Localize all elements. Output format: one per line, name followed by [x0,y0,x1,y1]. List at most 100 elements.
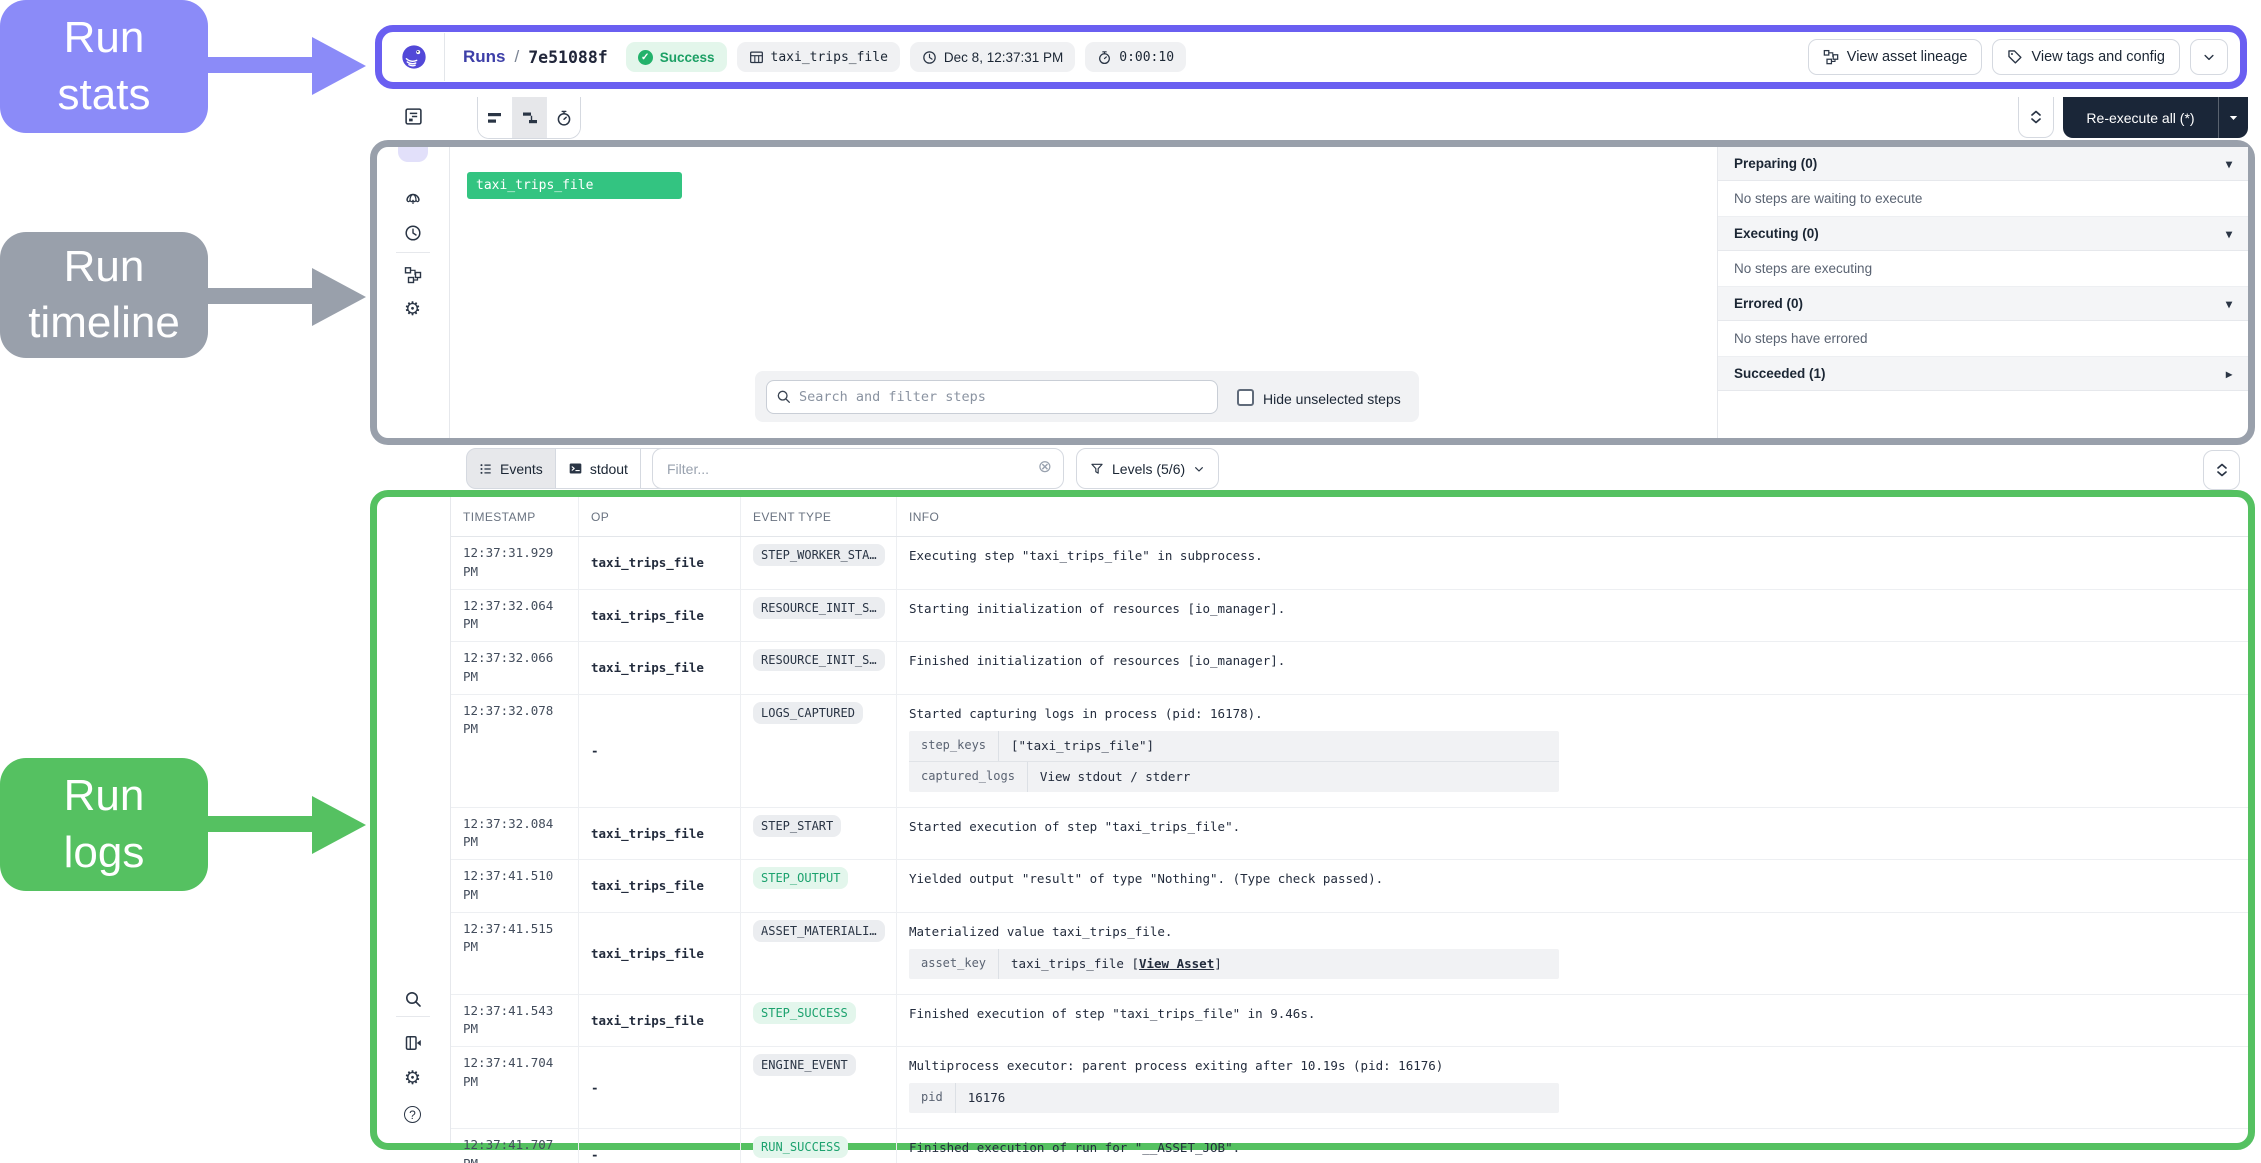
log-info: Started capturing logs in process (pid: … [909,706,1263,721]
panel-section-errored[interactable]: Errored (0) ▾ [1718,287,2248,321]
console-icon-glyph [404,107,423,126]
tab-events-label: Events [500,461,543,477]
asset-chip[interactable]: taxi_trips_file [737,42,900,72]
log-timestamp: 12:37:32.084 PM [451,808,579,860]
caret-down-icon: ▾ [2226,157,2232,171]
log-filter-input[interactable] [652,448,1064,489]
check-circle-icon: ✓ [638,50,653,65]
re-execute-all-button[interactable]: Re-execute all (*) [2063,97,2248,138]
dagster-run-page: Run stats Run timeline Run logs Runs / 7… [0,0,2261,1163]
log-row[interactable]: 12:37:32.078 PM - LOGS_CAPTURED Started … [451,695,2248,808]
annotation-arrowhead-logs [312,796,366,854]
caret-right-icon: ▸ [2226,367,2232,381]
view-asset-lineage-button[interactable]: View asset lineage [1808,39,1983,75]
metadata-value-text: ] [1214,954,1222,974]
breadcrumb-separator: / [515,47,520,67]
step-search-input[interactable] [766,380,1218,414]
logs-search-icon[interactable] [404,990,422,1008]
captured-logs-link[interactable]: View stdout / stderr [1028,762,1203,792]
log-row[interactable]: 12:37:32.084 PM taxi_trips_file STEP_STA… [451,808,2248,861]
log-timestamp: 12:37:41.707 PM [451,1129,579,1163]
tab-events[interactable]: Events [466,448,556,489]
levels-label: Levels (5/6) [1112,461,1185,477]
log-op: taxi_trips_file [591,608,704,623]
event-type-badge: STEP_OUTPUT [753,867,848,889]
log-info: Executing step "taxi_trips_file" in subp… [897,537,2248,589]
clock-icon [922,50,937,65]
log-timestamp: 12:37:41.704 PM [451,1047,579,1128]
log-info: Multiprocess executor: parent process ex… [909,1058,1443,1073]
hide-unselected-label[interactable]: Hide unselected steps [1263,391,1401,407]
hide-unselected-checkbox[interactable] [1237,389,1254,406]
funnel-icon [1090,462,1104,476]
log-timestamp: 12:37:32.064 PM [451,590,579,642]
event-type-badge: STEP_WORKER_STA… [753,544,885,566]
expand-logs-button[interactable] [2203,450,2240,490]
re-execute-dropdown-caret[interactable] [2218,97,2248,138]
log-op: - [591,1147,599,1162]
search-icon [776,389,791,404]
re-execute-all-label: Re-execute all (*) [2063,97,2218,138]
rail-lineage-icon[interactable] [404,266,422,284]
header-more-button[interactable] [2190,39,2228,75]
levels-dropdown[interactable]: Levels (5/6) [1076,448,1219,489]
view-asset-link[interactable]: View Asset [1139,954,1214,974]
panel-empty-text: No steps have errored [1734,331,1868,346]
log-timestamp: 12:37:31.929 PM [451,537,579,589]
logs-settings-icon[interactable]: ⚙ [404,1070,421,1088]
tab-stdout[interactable]: stdout [556,448,641,489]
metadata-value-text: taxi_trips_file [ [1011,954,1139,974]
annotation-run-stats: Run stats [0,0,208,133]
log-row[interactable]: 12:37:41.704 PM - ENGINE_EVENT Multiproc… [451,1047,2248,1129]
open-panel-icon[interactable] [404,1034,422,1052]
header-op: OP [579,497,741,536]
event-type-badge: RESOURCE_INIT_S… [753,649,885,671]
metadata-table: step_keys ["taxi_trips_file"] captured_l… [909,731,1559,792]
log-info: Materialized value taxi_trips_file. [909,924,1172,939]
logs-rail-divider-line [396,1016,430,1017]
log-row[interactable]: 12:37:32.066 PM taxi_trips_file RESOURCE… [451,642,2248,695]
chevron-down-icon [2202,50,2216,64]
waterfall-gantt-icon [521,109,539,127]
log-row[interactable]: 12:37:41.515 PM taxi_trips_file ASSET_MA… [451,913,2248,995]
log-row[interactable]: 12:37:41.510 PM taxi_trips_file STEP_OUT… [451,860,2248,913]
view-timer-button[interactable] [546,97,580,138]
step-status-panel: Preparing (0) ▾ No steps are waiting to … [1718,147,2248,391]
view-waterfall-gantt-button[interactable] [512,97,546,138]
log-op: - [591,1080,599,1095]
console-icon[interactable] [404,107,423,126]
clear-filter-icon[interactable]: ⊗ [1038,457,1052,477]
rail-selected-item[interactable] [398,147,428,162]
timeline-rail-divider [449,147,450,438]
header-timestamp: TIMESTAMP [451,497,579,536]
view-flat-gantt-button[interactable] [478,97,512,138]
panel-section-executing[interactable]: Executing (0) ▾ [1718,217,2248,251]
dagster-logo[interactable] [400,43,428,71]
rail-settings-icon[interactable]: ⚙ [404,301,421,319]
help-icon[interactable]: ? [404,1106,421,1123]
breadcrumb-runs-link[interactable]: Runs [463,47,506,67]
log-info: Finished execution of step "taxi_trips_f… [897,995,2248,1047]
log-timestamp: 12:37:32.078 PM [451,695,579,807]
log-op: taxi_trips_file [591,946,704,961]
expand-panels-button[interactable] [2018,97,2054,138]
caret-down-icon: ▾ [2226,227,2232,241]
log-row[interactable]: 12:37:41.543 PM taxi_trips_file STEP_SUC… [451,995,2248,1048]
rail-schedules-icon[interactable] [404,224,422,242]
log-op: - [591,743,599,758]
panel-section-empty: No steps are waiting to execute [1718,181,2248,217]
log-row[interactable]: 12:37:41.707 PM - RUN_SUCCESS Finished e… [451,1129,2248,1163]
metadata-row: step_keys ["taxi_trips_file"] [909,731,1559,762]
panel-section-succeeded[interactable]: Succeeded (1) ▸ [1718,357,2248,391]
timer-icon [555,109,573,127]
duration-chip: 0:00:10 [1085,42,1186,72]
rail-deployment-icon[interactable] [404,190,422,208]
view-tags-config-button[interactable]: View tags and config [1992,39,2180,75]
panel-section-preparing[interactable]: Preparing (0) ▾ [1718,147,2248,181]
log-row[interactable]: 12:37:31.929 PM taxi_trips_file STEP_WOR… [451,537,2248,590]
log-row[interactable]: 12:37:32.064 PM taxi_trips_file RESOURCE… [451,590,2248,643]
metadata-key: asset_key [909,949,999,979]
stopwatch-icon [1097,50,1112,65]
metadata-value: 16176 [956,1083,1018,1113]
timeline-step-bar[interactable]: taxi_trips_file [467,172,682,199]
